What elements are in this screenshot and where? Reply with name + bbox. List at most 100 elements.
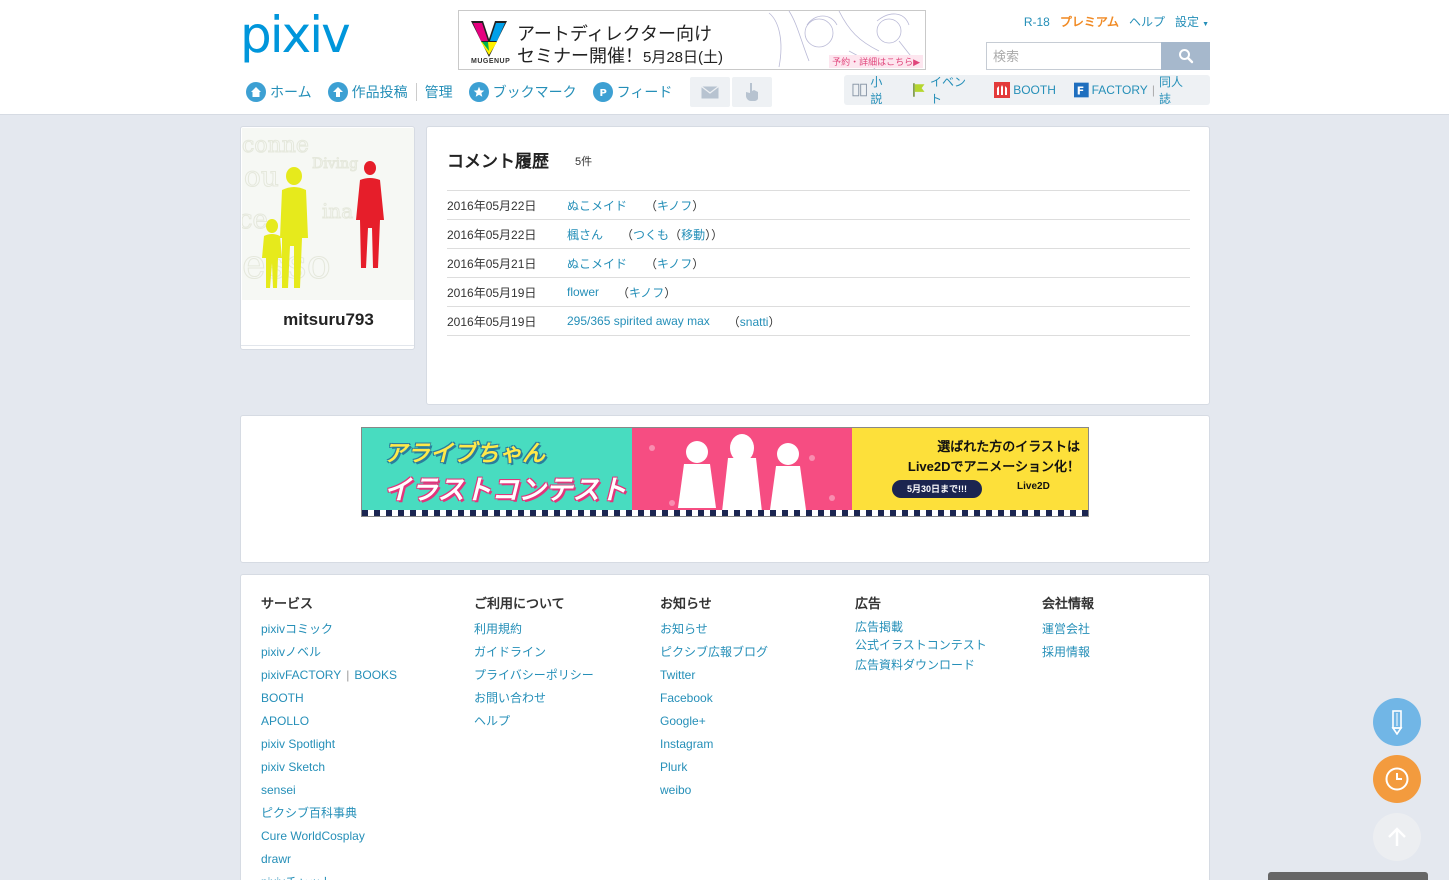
history-work-title[interactable]: 295/365 spirited away max (567, 314, 710, 328)
footer-link[interactable]: pixiv Sketch (261, 756, 397, 779)
scroll-top-button[interactable] (1373, 813, 1421, 861)
search-button[interactable] (1161, 42, 1210, 70)
footer-link[interactable]: Google+ (660, 710, 768, 733)
history-author-link[interactable]: つくも (633, 228, 669, 242)
footer-link[interactable]: お知らせ (660, 618, 768, 641)
messages-button[interactable] (690, 77, 731, 107)
history-author-link[interactable]: snatti (740, 315, 769, 329)
footer-link[interactable]: 公式イラストコンテスト (855, 636, 987, 654)
history-date: 2016年05月22日 (447, 227, 537, 242)
footer-link[interactable]: 広告掲載 (855, 618, 987, 636)
footer-link[interactable]: pixiv Spotlight (261, 733, 397, 756)
footer-link[interactable]: pixivコミック (261, 618, 397, 641)
history-author: （キノフ） (645, 198, 705, 213)
footer-link[interactable]: ピクシブ百科事典 (261, 802, 397, 825)
ad-line2: セミナー開催！5月28日(土) (517, 42, 723, 68)
nav-manage-label: 管理 (424, 84, 453, 100)
footer-link[interactable]: Instagram (660, 733, 768, 756)
booth-icon (994, 82, 1011, 98)
footer-link[interactable]: 利用規約 (474, 618, 594, 641)
mail-icon (701, 85, 720, 98)
ad-date: 5月28日(土) (643, 49, 724, 66)
notifications-button[interactable] (732, 77, 773, 107)
footer-link[interactable]: ピクシブ広報ブログ (660, 641, 768, 664)
nav-post[interactable]: 作品投稿 (327, 82, 408, 102)
ad-more-link[interactable]: 予約・詳細はこちら▶ (829, 55, 923, 68)
svg-text:ce: ce (242, 205, 268, 235)
footer-heading: ご利用について (474, 596, 565, 611)
footer-link[interactable]: 採用情報 (1042, 641, 1094, 664)
history-row: 2016年05月22日 ぬこメイド （キノフ） (447, 191, 1190, 220)
top-ad-banner[interactable]: MUGENUP アートディレクター向け セミナー開催！5月28日(土) 予約・詳… (458, 10, 926, 70)
service-novel[interactable]: 小説 (852, 73, 894, 107)
search-input[interactable] (986, 42, 1161, 70)
footer-link[interactable]: Facebook (660, 687, 768, 710)
history-button[interactable] (1373, 755, 1421, 803)
footer-link[interactable]: pixivFACTORY (261, 668, 341, 682)
post-work-button[interactable] (1373, 698, 1421, 746)
profile-username[interactable]: mitsuru793 (241, 310, 414, 330)
pixiv-logo[interactable]: pixiv (240, 6, 368, 64)
footer-link[interactable]: weibo (660, 779, 768, 802)
history-work-title[interactable]: 楓さん (567, 226, 603, 243)
history-work-title[interactable]: ぬこメイド (567, 197, 627, 214)
history-work-title[interactable]: flower (567, 285, 599, 299)
premium-link[interactable]: プレミアム (1060, 13, 1119, 30)
clock-icon (1385, 767, 1409, 791)
contest-banner[interactable]: アライブちゃん イラストコンテスト 選ばれた方のイラストは Live2Dでアニメ… (361, 427, 1089, 517)
flag-icon (912, 83, 925, 97)
mugenup-logo-icon (471, 21, 507, 57)
footer-link[interactable]: ヘルプ (474, 710, 594, 733)
footer-link[interactable]: drawr (261, 848, 397, 871)
upload-icon (327, 82, 348, 102)
svg-text:ina: ina (322, 199, 353, 223)
footer-heading: 広告 (855, 596, 882, 611)
banner-deadline: 5月30日まで!!! (892, 480, 982, 498)
service-doujin-label[interactable]: 同人誌 (1159, 73, 1192, 107)
nav-manage[interactable]: 管理 (425, 82, 453, 102)
footer-link[interactable]: Cure WorldCosplay (261, 825, 397, 848)
nav-feed[interactable]: P フィード (592, 82, 672, 102)
banner-right-line1: 選ばれた方のイラストは (937, 439, 1080, 454)
history-author: （キノフ） (617, 285, 677, 300)
help-link[interactable]: ヘルプ (1129, 13, 1165, 30)
footer: サービス pixivコミック pixivノベル pixivFACTORY | BOO… (240, 574, 1210, 880)
service-factory[interactable]: F FACTORY | 同人誌 (1073, 73, 1192, 107)
footer-link[interactable]: 運営会社 (1042, 618, 1094, 641)
history-row: 2016年05月21日 ぬこメイド （キノフ） (447, 249, 1190, 278)
factory-icon: F (1073, 82, 1089, 98)
history-row: 2016年05月22日 楓さん （つくも（移動）） (447, 220, 1190, 249)
footer-link[interactable]: BOOKS (354, 668, 397, 682)
footer-link[interactable]: ガイドライン (474, 641, 594, 664)
settings-menu[interactable]: 設定 ▼ (1175, 13, 1209, 30)
footer-link[interactable]: pixivチャット (261, 871, 397, 880)
footer-usage: ご利用について 利用規約 ガイドライン プライバシーポリシー お問い合わせ ヘル… (474, 593, 594, 733)
footer-link[interactable]: Twitter (660, 664, 768, 687)
caret-down-icon: ▼ (1202, 21, 1209, 28)
service-booth[interactable]: BOOTH (994, 82, 1056, 98)
comment-count: 5件 (575, 156, 593, 168)
footer-link[interactable]: プライバシーポリシー (474, 664, 594, 687)
history-author-link[interactable]: キノフ (629, 286, 664, 300)
footer-link[interactable]: 広告資料ダウンロード (855, 654, 987, 677)
divider: | (1151, 83, 1155, 97)
footer-link[interactable]: Plurk (660, 756, 768, 779)
history-author-link[interactable]: キノフ (657, 199, 692, 213)
footer-link[interactable]: BOOTH (261, 687, 397, 710)
footer-link[interactable]: お問い合わせ (474, 687, 594, 710)
service-event[interactable]: イベント (912, 73, 977, 107)
footer-link[interactable]: pixivノベル (261, 641, 397, 664)
history-work-title[interactable]: ぬこメイド (567, 255, 627, 272)
footer-link[interactable]: sensei (261, 779, 397, 802)
nav-home[interactable]: ホーム (246, 82, 312, 102)
header: pixiv MUGENUP アートディレクター向け セミナー開催！5月28日(土… (0, 0, 1449, 115)
footer-link[interactable]: APOLLO (261, 710, 397, 733)
history-author-suffix[interactable]: 移動 (681, 228, 705, 242)
history-author: （つくも（移動）） (621, 227, 724, 242)
nav-bookmark[interactable]: ブックマーク (468, 82, 577, 102)
history-author-link[interactable]: キノフ (657, 257, 692, 271)
profile-cover-image[interactable]: conne ou ce esso Diving ina (242, 128, 414, 300)
banner-title2: イラストコンテスト (384, 475, 627, 505)
service-event-label: イベント (929, 75, 966, 106)
r18-link[interactable]: R-18 (1024, 15, 1050, 29)
